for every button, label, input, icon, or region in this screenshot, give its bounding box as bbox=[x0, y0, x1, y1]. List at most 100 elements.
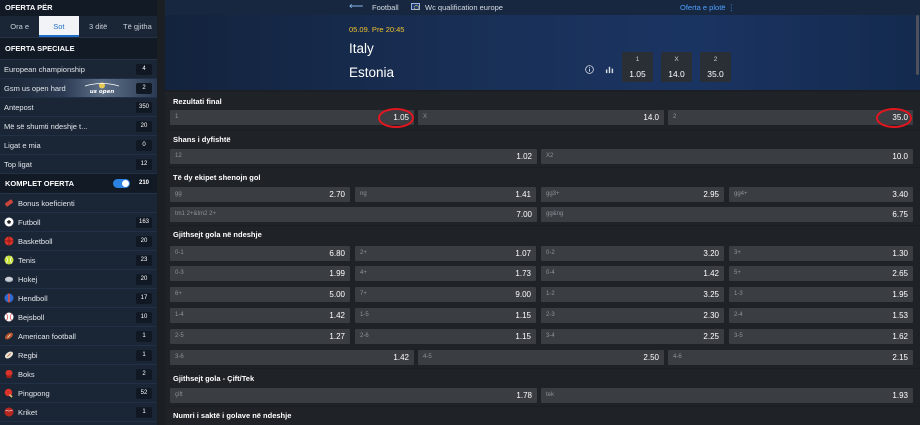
odd-label: 4-5 bbox=[423, 354, 432, 360]
special-item-antepost[interactable]: Antepost 350 bbox=[0, 98, 157, 117]
count-badge: 23 bbox=[136, 254, 152, 266]
odd-label: 2 bbox=[673, 114, 677, 120]
tab-3-dite[interactable]: 3 ditë bbox=[79, 16, 118, 37]
special-offer-heading: OFERTA SPECIALE bbox=[0, 38, 157, 60]
odd-cell[interactable]: 3-6 1.42 bbox=[170, 350, 414, 365]
odd-cell[interactable]: 3-4 2.25 bbox=[541, 329, 724, 344]
odd-value: 1.99 bbox=[329, 269, 345, 278]
odd-cell[interactable]: gg3+ 2.95 bbox=[541, 187, 724, 202]
odd-cell[interactable]: 2-6 1.15 bbox=[355, 329, 536, 344]
event-detail: ⟵ Football Wc qualification europe Ofert… bbox=[165, 0, 920, 425]
odd-cell[interactable]: 4-6 2.15 bbox=[668, 350, 913, 365]
odd-cell[interactable]: 3+ 1.30 bbox=[729, 246, 913, 261]
special-item-label: Më së shumti ndeshje t... bbox=[4, 121, 88, 131]
sport-item-regbi[interactable]: Regbi 1 bbox=[0, 346, 157, 365]
odd-cell[interactable]: 2-5 1.27 bbox=[170, 329, 350, 344]
odd-cell[interactable]: gg4+ 3.40 bbox=[729, 187, 913, 202]
odd-cell[interactable]: 2-3 2.30 bbox=[541, 308, 724, 323]
statistics-icon[interactable] bbox=[605, 65, 614, 74]
sport-item-futboll[interactable]: Futboll 163 bbox=[0, 213, 157, 232]
count-badge: 2 bbox=[136, 82, 152, 94]
sport-item-bejsboll[interactable]: Bejsboll 10 bbox=[0, 308, 157, 327]
odd-cell[interactable]: 1-3 1.95 bbox=[729, 287, 913, 302]
scrollbar[interactable] bbox=[916, 15, 919, 75]
info-icon[interactable] bbox=[585, 65, 594, 74]
rugby-icon bbox=[4, 350, 14, 360]
american-football-icon bbox=[4, 331, 14, 341]
odd-value: 6.75 bbox=[892, 210, 908, 219]
sport-item-pingpong[interactable]: Pingpong 52 bbox=[0, 384, 157, 403]
odd-label: tm1 2+&tm2 2+ bbox=[175, 211, 217, 217]
odd-cell[interactable]: gg 2.70 bbox=[170, 187, 350, 202]
tab-ora[interactable]: Ora e bbox=[0, 16, 39, 37]
odd-cell[interactable]: 2+ 1.07 bbox=[355, 246, 536, 261]
odd-cell[interactable]: X2 10.0 bbox=[541, 149, 913, 164]
odd-label: 7+ bbox=[360, 291, 367, 297]
tab-te-gjitha[interactable]: Të gjitha bbox=[118, 16, 157, 37]
odd-cell[interactable]: 5+ 2.65 bbox=[729, 266, 913, 281]
odd-cell[interactable]: 12 1.02 bbox=[170, 149, 537, 164]
special-item-my-leagues[interactable]: Ligat e mia 0 bbox=[0, 136, 157, 155]
back-arrow-icon[interactable]: ⟵ bbox=[349, 1, 363, 12]
odd-cell[interactable]: 1-5 1.15 bbox=[355, 308, 536, 323]
bonus-icon bbox=[4, 198, 14, 208]
odd-cell[interactable]: 0-4 1.42 bbox=[541, 266, 724, 281]
odd-cell[interactable]: 6+ 5.00 bbox=[170, 287, 350, 302]
sport-item-american-football[interactable]: American football 1 bbox=[0, 327, 157, 346]
sport-item-bonus[interactable]: Bonus koeficienti bbox=[0, 194, 157, 213]
odd-cell[interactable]: 3-5 1.62 bbox=[729, 329, 913, 344]
odd-value: 3.20 bbox=[703, 249, 719, 258]
breadcrumb-league[interactable]: Wc qualification europe bbox=[425, 3, 503, 12]
odd-cell[interactable]: 0-1 6.80 bbox=[170, 246, 350, 261]
odd-value: 1.15 bbox=[515, 332, 531, 341]
sport-item-hokej[interactable]: Hokej 20 bbox=[0, 270, 157, 289]
odd-cell[interactable]: X 14.0 bbox=[418, 110, 664, 125]
odd-cell[interactable]: tm1 2+&tm2 2+ 7.00 bbox=[170, 207, 537, 222]
complete-offer-toggle[interactable] bbox=[113, 179, 130, 188]
sport-label: Bejsboll bbox=[18, 312, 45, 322]
odd-cell[interactable]: 0-2 3.20 bbox=[541, 246, 724, 261]
tab-sot[interactable]: Sot bbox=[39, 16, 79, 37]
header-odd-2[interactable]: 2 35.0 bbox=[700, 52, 731, 82]
odd-value: 2.70 bbox=[329, 190, 345, 199]
odd-cell[interactable]: 2-4 1.53 bbox=[729, 308, 913, 323]
highlight-circle bbox=[378, 108, 414, 128]
special-item-most-matches[interactable]: Më së shumti ndeshje t... 20 bbox=[0, 117, 157, 136]
header-odd-x[interactable]: X 14.0 bbox=[661, 52, 692, 82]
sport-item-tenis[interactable]: Tenis 23 bbox=[0, 251, 157, 270]
odd-cell[interactable]: tek 1.93 bbox=[541, 388, 913, 403]
sport-item-kriket[interactable]: Kriket 1 bbox=[0, 403, 157, 422]
odd-cell[interactable]: 1-2 3.25 bbox=[541, 287, 724, 302]
market-title: Gjithsejt gola - Çift/Tek bbox=[173, 374, 255, 383]
header-odd-1[interactable]: 1 1.05 bbox=[622, 52, 653, 82]
sport-label: Regbi bbox=[18, 350, 38, 360]
odd-value: 35.0 bbox=[707, 69, 724, 79]
boxing-icon bbox=[4, 369, 14, 379]
odd-cell[interactable]: 1-4 1.42 bbox=[170, 308, 350, 323]
odd-cell[interactable]: çift 1.78 bbox=[170, 388, 537, 403]
away-team: Estonia bbox=[349, 65, 395, 80]
odd-value: 1.78 bbox=[516, 391, 532, 400]
count-badge: 1 bbox=[136, 406, 152, 418]
odd-cell[interactable]: 4+ 1.73 bbox=[355, 266, 536, 281]
odd-label: 2+ bbox=[360, 250, 367, 256]
count-badge: 210 bbox=[136, 178, 152, 189]
odd-cell[interactable]: ng 1.41 bbox=[355, 187, 536, 202]
sport-item-hendboll[interactable]: Hendboll 17 bbox=[0, 289, 157, 308]
special-item-top-leagues[interactable]: Top ligat 12 bbox=[0, 155, 157, 174]
breadcrumb-sport[interactable]: Football bbox=[372, 3, 399, 12]
special-item-us-open[interactable]: Gsm us open hard us open 2 bbox=[0, 79, 157, 98]
odd-label: 4+ bbox=[360, 270, 367, 276]
odd-cell[interactable]: gg&ng 6.75 bbox=[541, 207, 913, 222]
odd-value: 1.02 bbox=[516, 152, 532, 161]
count-badge: 1 bbox=[136, 349, 152, 361]
odd-cell[interactable]: 7+ 9.00 bbox=[355, 287, 536, 302]
sport-item-boks[interactable]: Boks 2 bbox=[0, 365, 157, 384]
sport-item-basketboll[interactable]: Basketboll 20 bbox=[0, 232, 157, 251]
odd-cell[interactable]: 4-5 2.50 bbox=[418, 350, 664, 365]
special-item-european-championship[interactable]: European championship 4 bbox=[0, 60, 157, 79]
odd-label: X bbox=[423, 114, 428, 120]
odd-cell[interactable]: 0-3 1.99 bbox=[170, 266, 350, 281]
full-offer-menu[interactable]: Oferta e plotë ⋮ bbox=[680, 3, 735, 12]
complete-offer-header: KOMPLET OFERTA 210 bbox=[0, 174, 157, 194]
